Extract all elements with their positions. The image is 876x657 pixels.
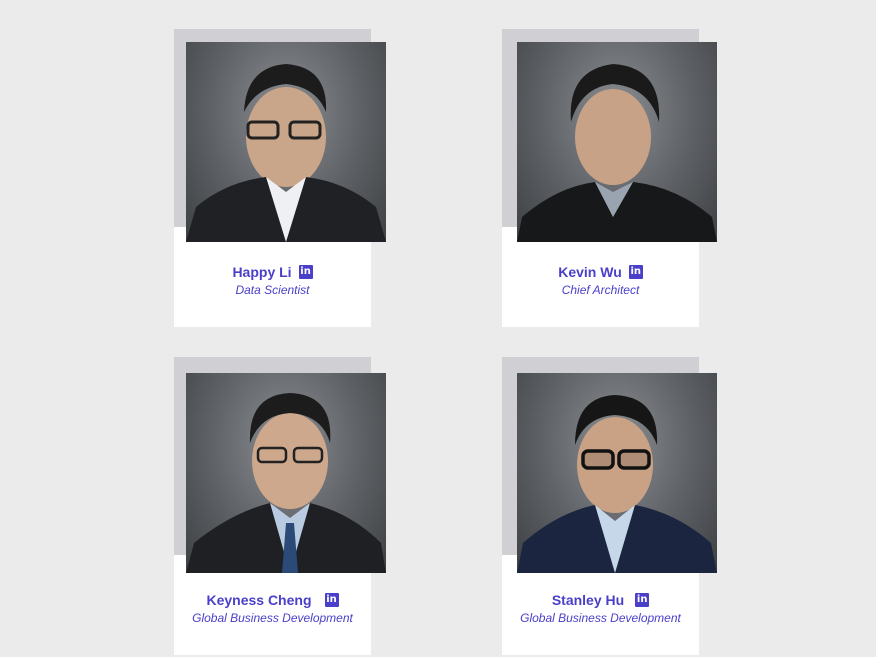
team-grid: Happy Li in Data Scientist Kevin Wu in C…: [0, 0, 876, 657]
team-card: Kevin Wu in Chief Architect: [502, 29, 717, 327]
portrait-photo: [186, 42, 386, 242]
member-info: Happy Li in Data Scientist: [174, 263, 371, 297]
name-row: Stanley Hu in: [502, 591, 699, 609]
name-row: Happy Li in: [174, 263, 371, 281]
member-title: Global Business Development: [520, 611, 681, 625]
linkedin-icon[interactable]: in: [324, 593, 339, 607]
team-card: Keyness Cheng in Global Business Develop…: [174, 357, 386, 655]
member-title: Global Business Development: [192, 611, 353, 625]
member-name: Stanley Hu: [551, 592, 625, 608]
linkedin-icon[interactable]: in: [635, 593, 650, 607]
member-name: Happy Li: [232, 264, 292, 280]
team-card: Stanley Hu in Global Business Developmen…: [502, 357, 717, 655]
member-info: Stanley Hu in Global Business Developmen…: [502, 591, 699, 625]
member-title: Data Scientist: [235, 283, 310, 297]
member-name: Kevin Wu: [558, 264, 622, 280]
portrait-photo: [517, 42, 717, 242]
member-info: Keyness Cheng in Global Business Develop…: [174, 591, 371, 625]
member-title: Chief Architect: [561, 283, 640, 297]
member-name: Keyness Cheng: [206, 592, 312, 608]
name-row: Kevin Wu in: [502, 263, 699, 281]
portrait-photo: [186, 373, 386, 573]
name-row: Keyness Cheng in: [174, 591, 371, 609]
linkedin-icon[interactable]: in: [298, 265, 313, 279]
portrait-photo: [517, 373, 717, 573]
member-info: Kevin Wu in Chief Architect: [502, 263, 699, 297]
team-card: Happy Li in Data Scientist: [174, 29, 386, 327]
linkedin-icon[interactable]: in: [628, 265, 643, 279]
